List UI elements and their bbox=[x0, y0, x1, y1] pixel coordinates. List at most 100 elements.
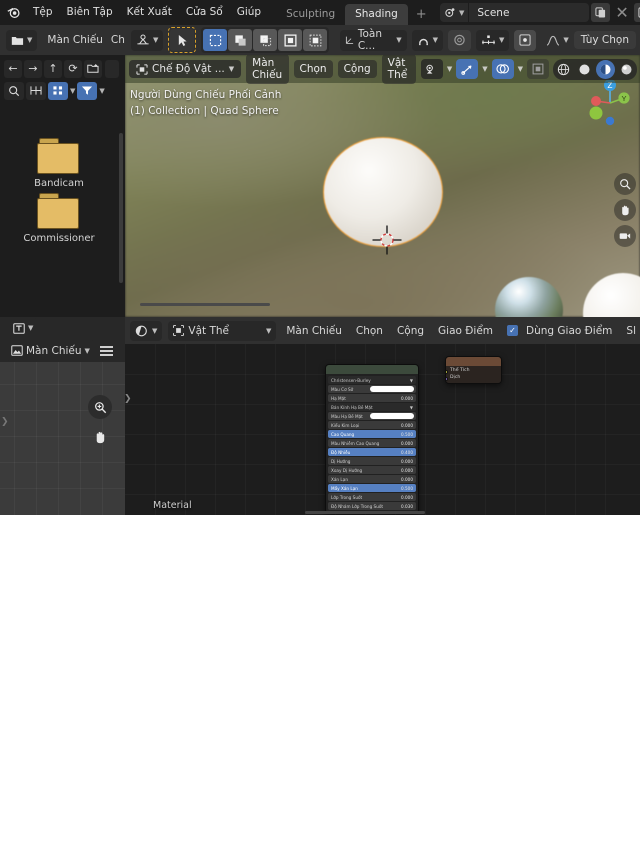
scene-icon[interactable]: ▼ bbox=[440, 3, 469, 22]
wireframe-icon[interactable] bbox=[554, 60, 573, 79]
overlays-icon[interactable] bbox=[491, 59, 514, 79]
sort-icon[interactable] bbox=[48, 81, 68, 100]
select-invert-icon[interactable] bbox=[278, 29, 303, 51]
proportional-edit-icon[interactable] bbox=[447, 29, 471, 51]
menu-help[interactable]: Giúp bbox=[230, 0, 268, 25]
chevron-down-icon[interactable]: ▼ bbox=[70, 87, 75, 95]
scene-name-field[interactable]: Scene bbox=[469, 3, 590, 22]
editor-type-shader[interactable]: ▼ bbox=[130, 320, 163, 341]
workspace-tab-add[interactable]: + bbox=[408, 7, 435, 25]
fb-menu-view[interactable]: Màn Chiếu bbox=[47, 34, 103, 46]
viewport-menu-select[interactable]: Chọn bbox=[293, 60, 333, 78]
select-subtract-icon[interactable] bbox=[253, 29, 278, 51]
table-row[interactable]: Độ Nhám Lớp Trong Suốt 0.030 bbox=[328, 502, 416, 510]
color-swatch[interactable] bbox=[370, 413, 414, 419]
table-row[interactable]: Màu Hạ Bề Mặt bbox=[328, 412, 416, 420]
pivot-point-icon[interactable] bbox=[514, 29, 537, 51]
node-header[interactable] bbox=[446, 357, 501, 366]
material-preview-icon[interactable] bbox=[596, 59, 615, 79]
blender-logo-icon[interactable] bbox=[0, 0, 26, 25]
visibility-icon[interactable] bbox=[420, 59, 443, 79]
close-icon[interactable]: ✕ bbox=[612, 3, 631, 22]
shader-type-selector[interactable]: Vật Thể ▼ bbox=[168, 320, 277, 341]
path-field[interactable] bbox=[105, 59, 119, 78]
viewport-menu-view[interactable]: Màn Chiếu bbox=[246, 55, 289, 84]
text-editor-icon[interactable]: ▼ bbox=[8, 317, 39, 339]
sidebar-expand-icon[interactable]: ❯ bbox=[1, 417, 9, 427]
menu-edit[interactable]: Biên Tập bbox=[60, 0, 120, 25]
new-folder-icon[interactable] bbox=[84, 59, 102, 78]
table-row[interactable]: Cao Quang 0.500 bbox=[328, 430, 416, 438]
menu-window[interactable]: Cửa Sổ bbox=[179, 0, 230, 25]
node-canvas[interactable]: ❯ Christensen-Burley ▼ Màu Cơ Sở Hạ Mặt bbox=[125, 344, 640, 515]
image-canvas[interactable]: ❯ bbox=[0, 362, 125, 515]
hamburger-menu-icon[interactable] bbox=[99, 345, 113, 356]
distribution-dropdown[interactable]: Christensen-Burley ▼ bbox=[328, 376, 416, 384]
material-output-node[interactable]: Thể Tích Dịch bbox=[445, 356, 502, 384]
refresh-icon[interactable]: ⟳ bbox=[64, 59, 82, 78]
viewport-3d[interactable]: Z Y Chế Độ Vật ... ▼ Màn Chiếu Chọn Cộng… bbox=[125, 55, 640, 317]
chevron-down-icon[interactable]: ▼ bbox=[447, 65, 452, 73]
file-list-scrollbar[interactable] bbox=[119, 133, 123, 283]
snap-magnet-icon[interactable]: ▼ bbox=[411, 29, 443, 51]
filter-icon[interactable] bbox=[77, 81, 98, 100]
node-canvas-scrollbar[interactable] bbox=[305, 511, 425, 514]
display-mode-icon[interactable] bbox=[26, 81, 46, 100]
duplicate-icon[interactable] bbox=[591, 3, 611, 22]
back-arrow-icon[interactable]: ← bbox=[4, 59, 22, 78]
active-tool-indicator[interactable] bbox=[168, 27, 197, 53]
file-list[interactable]: Bandicam Commissioner bbox=[0, 130, 118, 317]
shader-header-overflow[interactable]: Sl bbox=[622, 325, 640, 337]
table-row[interactable]: Lớp Trong Suốt 0.000 bbox=[328, 493, 416, 501]
cursor-tool-icon[interactable]: ▼ bbox=[131, 29, 164, 51]
table-row[interactable]: Màu Cơ Sở bbox=[328, 385, 416, 393]
table-row[interactable]: Dịch bbox=[446, 374, 501, 381]
hand-pan-icon[interactable] bbox=[88, 425, 112, 449]
zoom-nav-icon[interactable] bbox=[614, 173, 636, 195]
viewport-menu-add[interactable]: Cộng bbox=[337, 60, 377, 78]
curve-icon[interactable]: ▼ bbox=[541, 30, 573, 51]
zoom-in-icon[interactable] bbox=[88, 395, 112, 419]
color-swatch[interactable] bbox=[370, 386, 414, 392]
table-row[interactable]: Thể Tích bbox=[446, 367, 501, 374]
solid-icon[interactable] bbox=[575, 60, 594, 79]
viewport-menu-object[interactable]: Vật Thể bbox=[381, 55, 416, 84]
menu-file[interactable]: Tệp bbox=[26, 0, 60, 25]
shader-menu-node[interactable]: Giao Điểm bbox=[434, 325, 497, 337]
xray-icon[interactable] bbox=[527, 59, 549, 79]
forward-arrow-icon[interactable]: → bbox=[24, 59, 42, 78]
view-layer-icon[interactable] bbox=[633, 3, 640, 22]
viewport-scrollbar[interactable] bbox=[140, 303, 270, 306]
chevron-down-icon[interactable]: ▼ bbox=[99, 87, 104, 95]
hand-pan-icon[interactable] bbox=[614, 199, 636, 221]
table-row[interactable]: Hạ Mặt 0.000 bbox=[328, 394, 416, 402]
chevron-down-icon[interactable]: ▼ bbox=[518, 65, 523, 73]
select-box-icon[interactable] bbox=[203, 29, 228, 51]
options-button[interactable]: Tùy Chọn bbox=[573, 31, 636, 49]
transform-orientation-selector[interactable]: Toàn C... ▼ bbox=[340, 28, 407, 52]
shader-menu-select[interactable]: Chọn bbox=[352, 325, 387, 337]
table-row[interactable]: Mẩy Xán Lạn 0.500 bbox=[328, 484, 416, 492]
viewport-mode-selector[interactable]: Chế Độ Vật ... ▼ bbox=[129, 60, 242, 78]
principled-bsdf-node[interactable]: Christensen-Burley ▼ Màu Cơ Sở Hạ Mặt 0.… bbox=[325, 364, 419, 514]
table-row[interactable]: Dị Hướng 0.000 bbox=[328, 457, 416, 465]
chevron-down-icon[interactable]: ▼ bbox=[482, 65, 487, 73]
navigation-gizmo[interactable]: Z Y bbox=[584, 77, 636, 129]
shader-menu-add[interactable]: Cộng bbox=[393, 325, 428, 337]
menu-render[interactable]: Kết Xuất bbox=[120, 0, 179, 25]
table-row[interactable]: Xán Lạn 0.000 bbox=[328, 475, 416, 483]
tweak-select-icon[interactable] bbox=[170, 29, 195, 51]
falloff-icon[interactable]: ▼ bbox=[475, 29, 510, 51]
table-row[interactable]: Bán Kính Hạ Bề Mặt ▼ bbox=[328, 403, 416, 411]
gizmo-icon[interactable] bbox=[456, 59, 479, 79]
workspace-tab-shading[interactable]: Shading bbox=[345, 4, 408, 25]
table-row[interactable]: Kiểu Kim Loại 0.000 bbox=[328, 421, 416, 429]
camera-view-icon[interactable] bbox=[614, 225, 636, 247]
select-extend-icon[interactable] bbox=[228, 29, 253, 51]
shader-menu-view[interactable]: Màn Chiếu bbox=[282, 325, 346, 337]
search-icon[interactable] bbox=[4, 81, 24, 100]
list-item[interactable]: Commissioner bbox=[0, 193, 118, 244]
rendered-icon[interactable] bbox=[617, 60, 636, 79]
table-row[interactable]: Màu Nhiễm Cao Quang 0.000 bbox=[328, 439, 416, 447]
node-header[interactable] bbox=[326, 365, 418, 374]
